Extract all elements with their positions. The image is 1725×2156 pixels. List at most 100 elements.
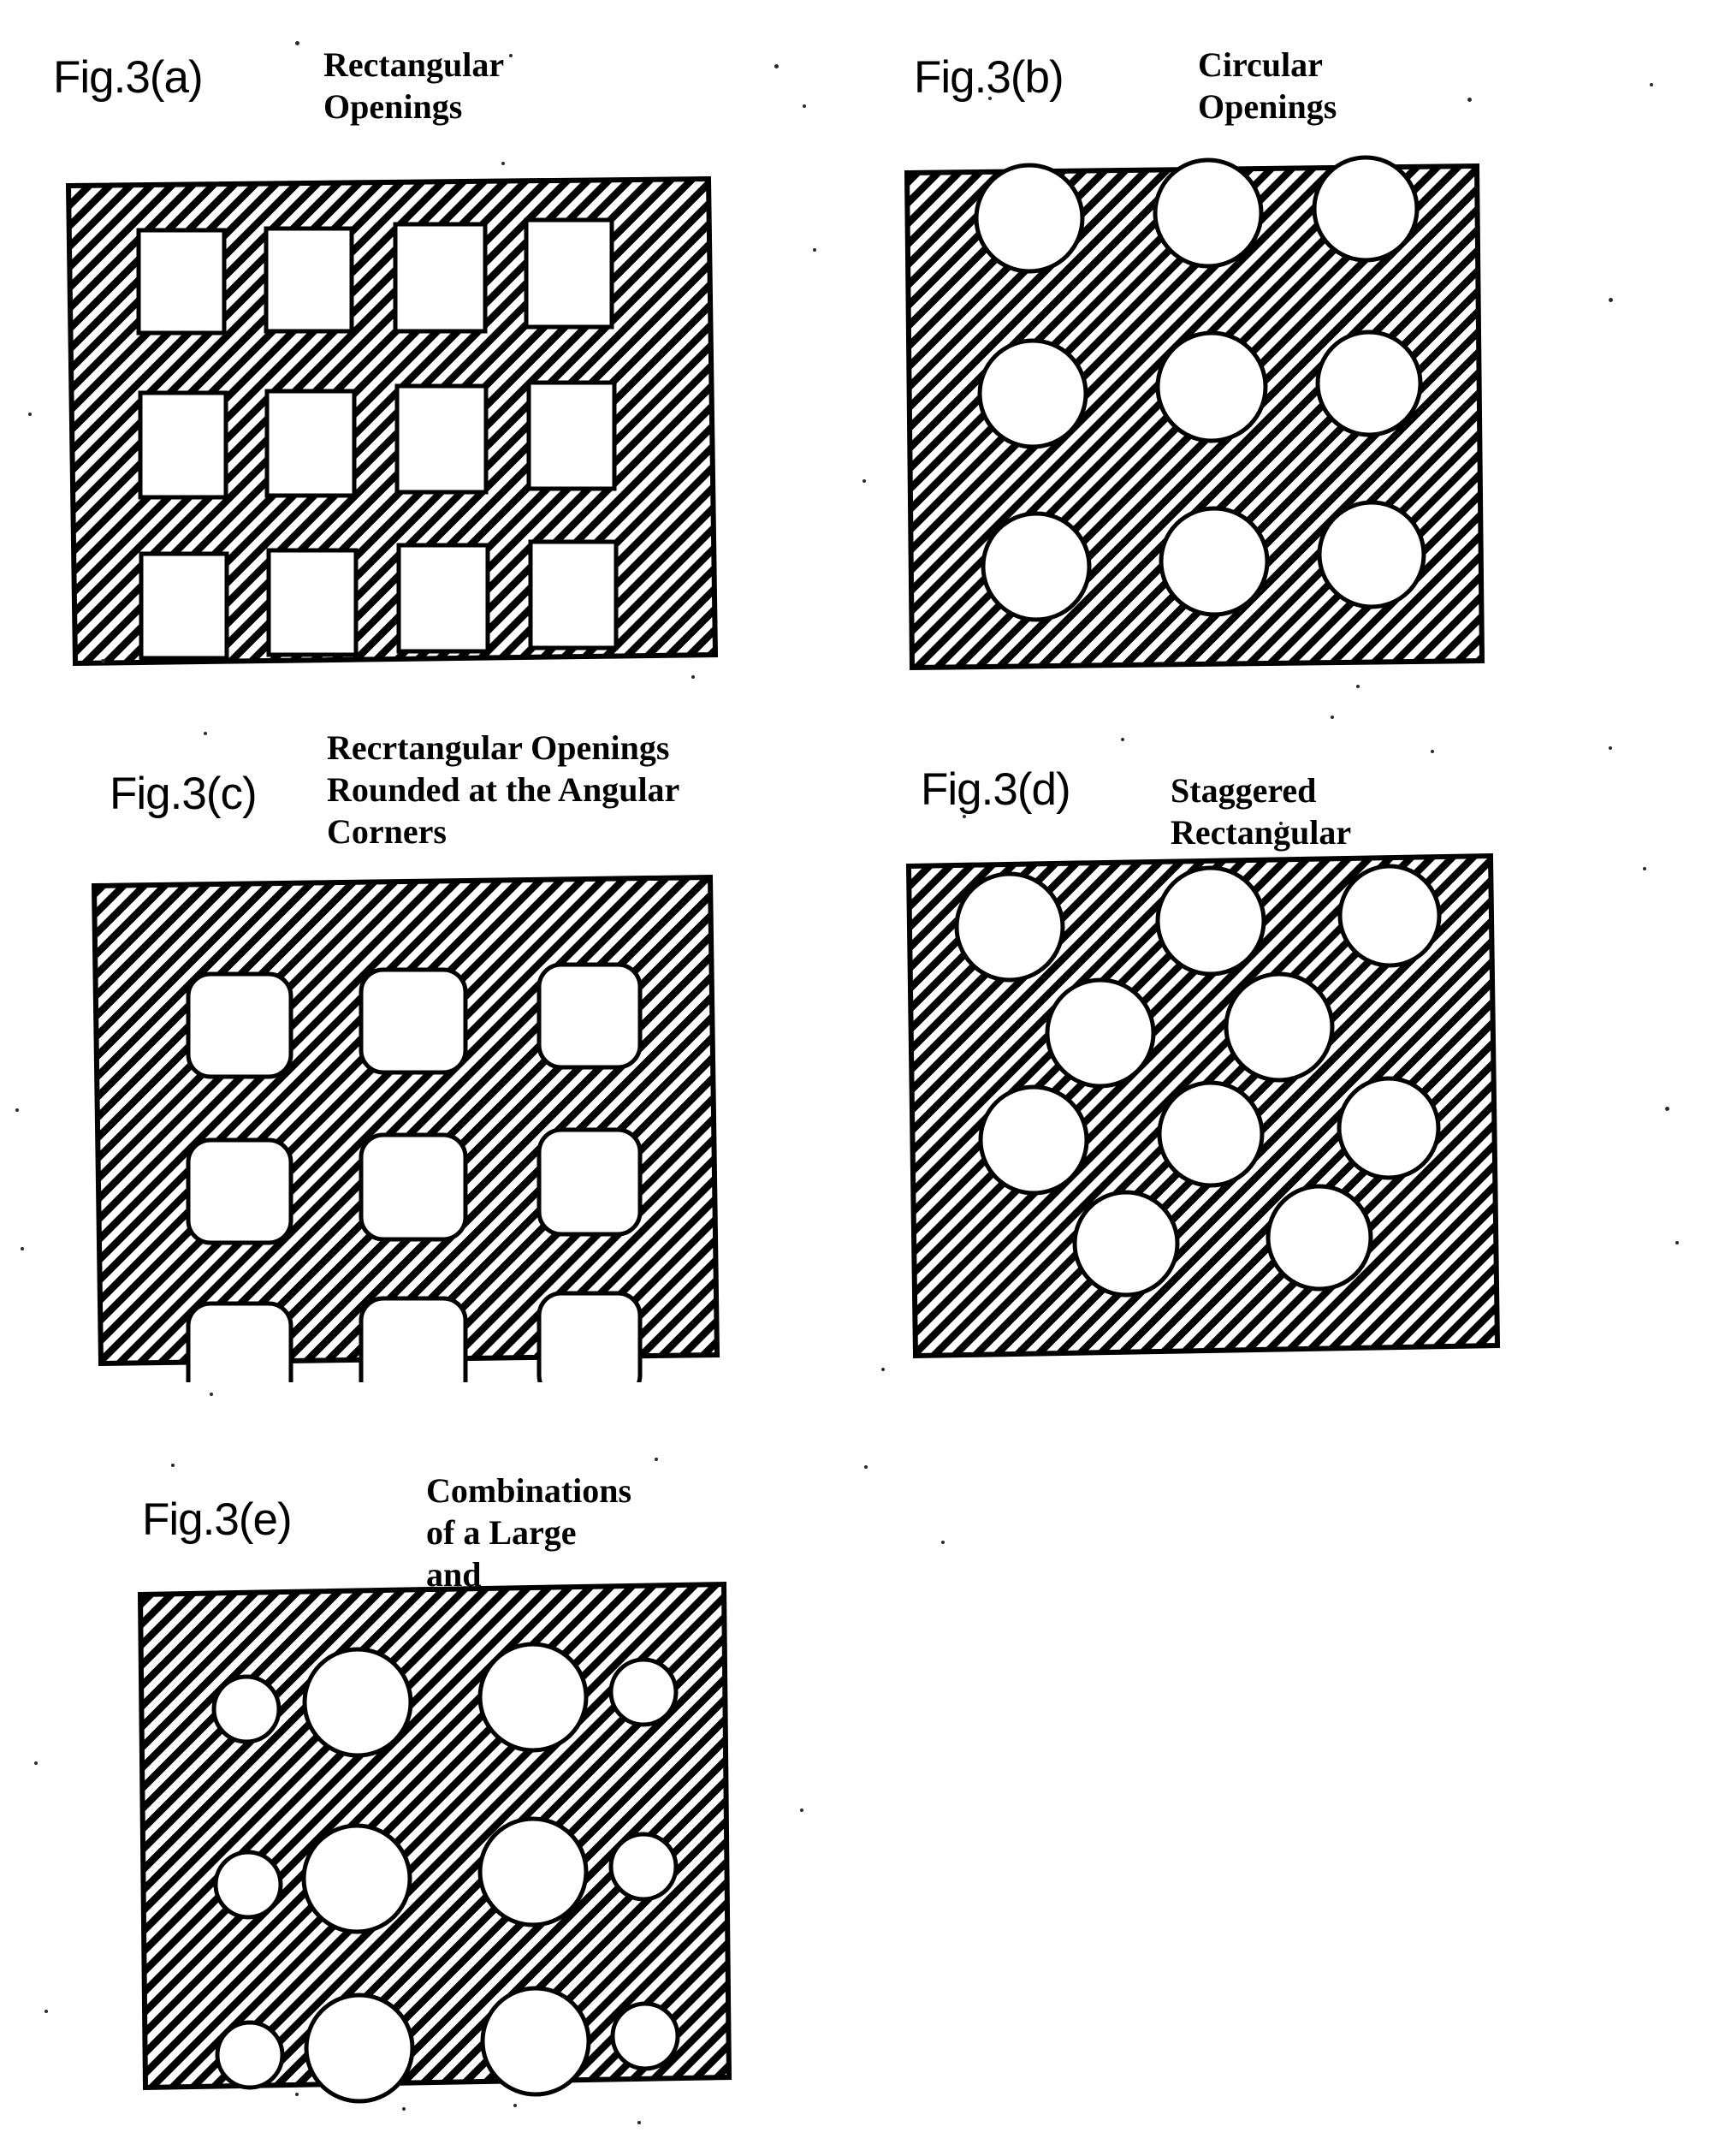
noise-speck xyxy=(1121,738,1124,741)
plate-c-openings xyxy=(186,962,643,1382)
opening-rounded-rect xyxy=(186,1301,293,1382)
noise-speck xyxy=(1650,83,1653,86)
noise-speck xyxy=(295,2093,299,2096)
caption-b: Circular Openings xyxy=(1198,45,1337,126)
opening-circle-large xyxy=(301,1823,412,1934)
noise-speck xyxy=(1331,716,1334,719)
noise-speck xyxy=(210,1393,213,1396)
opening-rect xyxy=(138,390,228,500)
opening-rect xyxy=(394,383,489,495)
noise-speck xyxy=(1643,867,1646,870)
opening-circle-large xyxy=(304,1993,415,2104)
noise-speck xyxy=(171,1464,175,1467)
noise-speck xyxy=(44,2010,48,2013)
opening-circle-large xyxy=(477,1642,589,1753)
noise-speck xyxy=(101,659,105,663)
noise-speck xyxy=(21,1247,24,1250)
caption-c-line-1: Recrtangular Openings xyxy=(327,728,670,767)
opening-circle-small xyxy=(211,1674,282,1744)
noise-speck xyxy=(881,1368,885,1371)
plate-c xyxy=(91,874,720,1382)
opening-rect xyxy=(396,543,490,654)
fig-label-e: Fig.3(e) xyxy=(142,1494,293,1545)
opening-circle xyxy=(1157,1080,1265,1188)
fig-label-a: Fig.3(a) xyxy=(53,52,204,103)
noise-speck xyxy=(941,1541,945,1544)
noise-speck xyxy=(691,675,695,679)
opening-rect xyxy=(264,226,354,334)
opening-circle xyxy=(1266,1184,1373,1292)
patent-figure-sheet: Fig.3(a) Rectangular Openings Fig.3(b) C… xyxy=(0,0,1725,2156)
opening-circle xyxy=(974,163,1085,274)
opening-rounded-rect xyxy=(536,962,643,1070)
noise-speck xyxy=(1279,822,1283,825)
opening-rect xyxy=(393,222,488,334)
opening-circle xyxy=(1153,157,1264,269)
plate-e xyxy=(137,1581,732,2104)
opening-circle xyxy=(981,511,1092,622)
noise-speck xyxy=(1665,1107,1669,1111)
opening-rounded-rect xyxy=(359,967,468,1075)
opening-circle-small xyxy=(610,2001,680,2071)
noise-speck xyxy=(988,97,992,100)
opening-rounded-rect xyxy=(186,1137,293,1245)
opening-circle-small xyxy=(215,2020,285,2090)
caption-c: Recrtangular Openings Rounded at the Angu… xyxy=(327,728,816,852)
plate-a xyxy=(65,175,719,667)
opening-circle-large xyxy=(480,1986,591,2097)
noise-speck xyxy=(15,1108,19,1112)
opening-rect xyxy=(264,389,357,498)
noise-speck xyxy=(813,248,816,252)
noise-speck xyxy=(774,64,779,68)
caption-c-line-2: Rounded at the Angular xyxy=(327,769,680,809)
opening-circle-large xyxy=(477,1816,589,1927)
noise-speck xyxy=(501,162,505,165)
caption-a: Rectangular Openings xyxy=(323,45,504,126)
opening-circle xyxy=(1317,500,1426,609)
opening-circle xyxy=(954,871,1065,983)
opening-rect xyxy=(139,551,229,661)
noise-speck xyxy=(1431,750,1434,753)
fig-label-d: Fig.3(d) xyxy=(921,764,1071,815)
noise-speck xyxy=(963,815,966,818)
opening-rounded-rect xyxy=(359,1132,468,1242)
fig-label-c: Fig.3(c) xyxy=(110,769,258,819)
opening-circle xyxy=(1337,1076,1441,1180)
opening-rounded-rect xyxy=(359,1296,468,1382)
opening-circle-large xyxy=(302,1647,413,1758)
plate-d xyxy=(905,852,1501,1359)
noise-speck xyxy=(295,41,299,45)
opening-circle xyxy=(978,1084,1089,1196)
opening-circle xyxy=(1312,155,1420,263)
noise-speck xyxy=(1609,298,1613,302)
opening-rect xyxy=(528,539,619,650)
opening-circle xyxy=(1155,865,1266,977)
opening-rect xyxy=(526,380,617,491)
noise-speck xyxy=(28,413,32,416)
noise-speck xyxy=(204,732,207,735)
opening-circle xyxy=(1159,506,1270,617)
noise-speck xyxy=(637,2121,641,2124)
opening-circle-small xyxy=(213,1850,283,1920)
noise-speck xyxy=(1467,98,1472,102)
noise-speck xyxy=(655,1458,658,1461)
fig-label-b: Fig.3(b) xyxy=(914,52,1064,103)
noise-speck xyxy=(513,2104,517,2107)
opening-circle-small xyxy=(608,1832,679,1902)
plate-b xyxy=(904,155,1485,671)
opening-circle xyxy=(1155,330,1268,443)
opening-circle xyxy=(1224,971,1335,1083)
opening-rect xyxy=(524,217,614,330)
noise-speck xyxy=(800,1809,803,1812)
noise-speck xyxy=(402,2107,406,2111)
opening-rect xyxy=(136,228,227,336)
noise-speck xyxy=(1609,746,1612,750)
opening-rounded-rect xyxy=(536,1127,643,1237)
opening-rounded-rect xyxy=(186,971,293,1079)
noise-speck xyxy=(862,479,866,483)
opening-circle xyxy=(1072,1190,1180,1298)
opening-circle-small xyxy=(608,1657,679,1727)
caption-c-line-3: Corners xyxy=(327,811,447,851)
caption-e-line-1: Combinations of a Large and xyxy=(426,1471,632,1594)
opening-circle xyxy=(1315,330,1423,437)
